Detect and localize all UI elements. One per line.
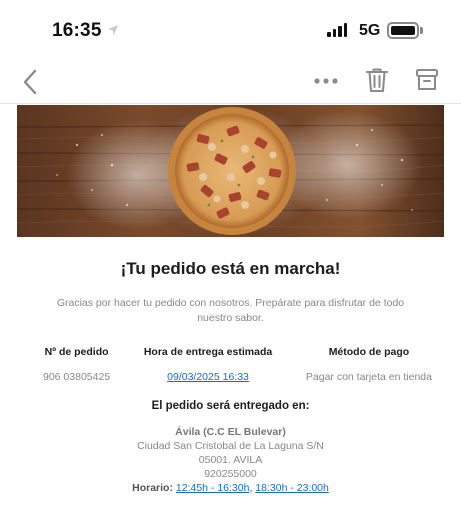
order-headline: ¡Tu pedido está en marcha!	[120, 259, 341, 278]
store-phone: 920255000	[204, 468, 257, 480]
status-time: 16:35	[52, 20, 102, 41]
delivery-time-link[interactable]: 09/03/2025 16:33	[144, 371, 272, 383]
payment-method-value: Pagar con tarjeta en tienda	[305, 371, 432, 383]
cellular-signal-icon	[327, 23, 347, 37]
order-info-table: Nº de pedido 906 03805425 Hora de entreg…	[17, 346, 444, 383]
thanks-text: Gracias por hacer tu pedido con nosotros…	[56, 297, 405, 324]
store-hours-label: Horario:	[132, 482, 173, 494]
store-address: Ciudad San Cristobal de La Laguna S/N	[137, 440, 324, 452]
trash-icon[interactable]	[364, 66, 390, 94]
payment-method-column: Método de pago Pagar con tarjeta en tien…	[306, 346, 432, 383]
hero-pizza-image	[17, 105, 444, 237]
battery-icon	[387, 22, 419, 39]
order-number-column: Nº de pedido 906 03805425	[43, 346, 110, 383]
network-type: 5G	[359, 22, 381, 39]
archive-icon[interactable]	[414, 66, 440, 94]
mail-toolbar	[0, 60, 461, 104]
delivery-title: El pedido será entregado en:	[151, 400, 310, 412]
order-number-value: 906 03805425	[43, 371, 111, 383]
chevron-left-icon[interactable]	[20, 68, 42, 96]
delivery-time-label: Hora de entrega estimada	[143, 346, 273, 358]
store-hours: Horario: 12:45h - 16:30h, 18:30h - 23:00…	[17, 481, 444, 495]
store-hours-slot-2[interactable]: 18:30h - 23:00h	[255, 482, 329, 494]
status-bar: 16:35 5G	[0, 0, 461, 60]
more-horizontal-icon[interactable]	[312, 70, 340, 92]
store-name: Ávila (C.C EL Bulevar)	[175, 426, 286, 438]
store-details: Ávila (C.C EL Bulevar) Ciudad San Cristo…	[17, 425, 444, 495]
payment-method-label: Método de pago	[328, 346, 410, 358]
location-arrow-icon	[108, 25, 118, 35]
battery-tip	[420, 27, 423, 34]
email-body: ¡Tu pedido está en marcha! Gracias por h…	[17, 237, 444, 495]
store-city: 05001. AVILA	[198, 454, 263, 466]
store-hours-slot-1[interactable]: 12:45h - 16:30h	[176, 482, 250, 494]
order-number-label: Nº de pedido	[44, 346, 109, 358]
delivery-time-column: Hora de entrega estimada 09/03/2025 16:3…	[144, 346, 272, 383]
